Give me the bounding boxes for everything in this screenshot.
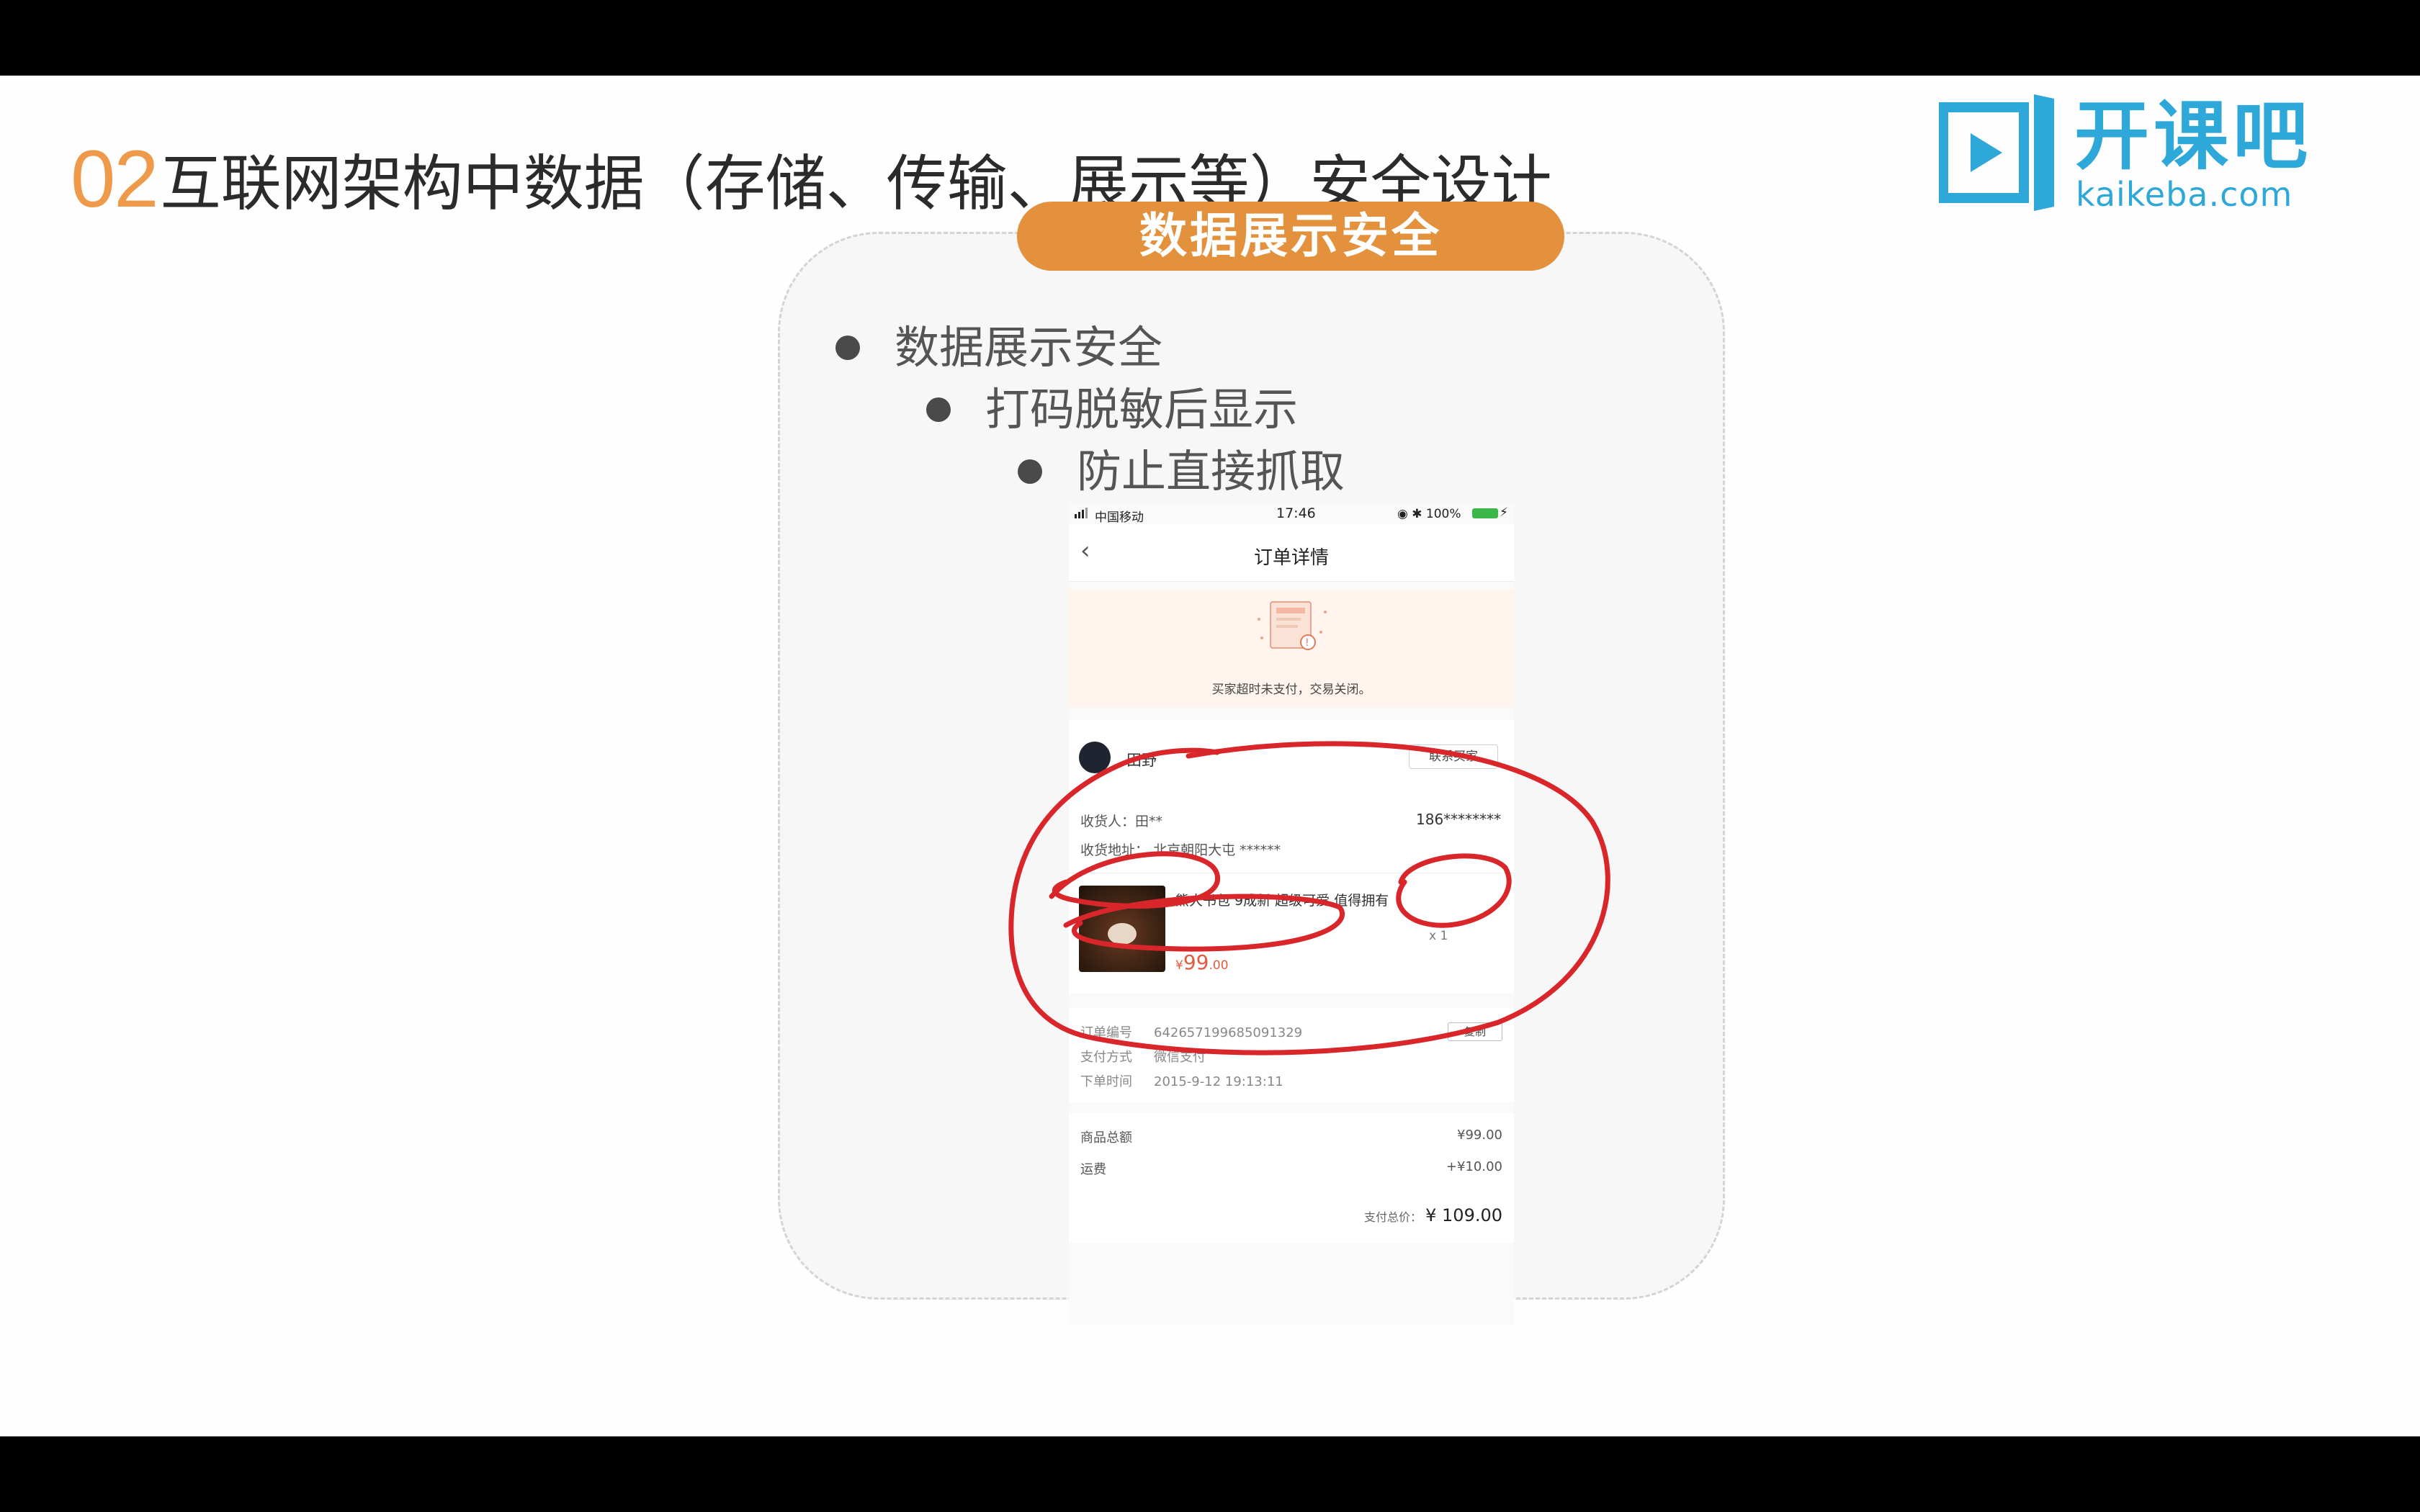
product-quantity: x 1 bbox=[1429, 929, 1448, 943]
totals-section: 商品总额 ¥99.00 运费 +¥10.00 支付总价： ¥ 109.00 bbox=[1069, 1113, 1514, 1243]
contact-buyer-button[interactable]: 联系买家 bbox=[1409, 744, 1498, 769]
battery-icon bbox=[1472, 508, 1498, 518]
svg-text:!: ! bbox=[1305, 637, 1309, 649]
receiver-value: 田** bbox=[1135, 814, 1163, 829]
order-info-section: 订单编号 642657199685091329 复制 支付方式 微信支付 下单时间 2… bbox=[1069, 1008, 1514, 1102]
bullet-text: 打码脱敏后显示 bbox=[985, 383, 1299, 436]
paid-total: 支付总价： ¥ 109.00 bbox=[1364, 1205, 1502, 1225]
nav-title: 订单详情 bbox=[1253, 547, 1329, 569]
goods-total-row: 商品总额 ¥99.00 bbox=[1080, 1128, 1502, 1146]
buyer-name: 田野 bbox=[1126, 752, 1157, 769]
address-row: 收货地址： 北京朝阳大屯 ****** bbox=[1080, 840, 1281, 859]
letterbox-bottom bbox=[0, 1436, 2420, 1512]
status-bar: 中国移动 17:46 ◉ ✱ 100% ⚡ bbox=[1069, 504, 1514, 525]
logo-en-text: kaikeba.com bbox=[2076, 175, 2293, 214]
payment-method-row: 支付方式 微信支付 bbox=[1080, 1050, 1206, 1065]
product-image bbox=[1079, 886, 1165, 972]
nav-bar: ‹ 订单详情 bbox=[1069, 524, 1514, 582]
bullet-level-1: 数据展示安全 bbox=[835, 325, 1162, 370]
product-name: 熊大书包 9成新 超级可爱 值得拥有 bbox=[1175, 893, 1389, 909]
bullet-level-2: 打码脱敏后显示 bbox=[926, 387, 1298, 432]
order-status-box: ! 买家超时未支付，交易关闭。 bbox=[1069, 589, 1514, 708]
title-number: 02 bbox=[71, 134, 159, 224]
charging-icon: ⚡ bbox=[1500, 505, 1508, 520]
masked-phone-number: 186******** bbox=[1416, 811, 1502, 828]
section-pill: 数据展示安全 bbox=[1017, 202, 1564, 271]
shipping-row: 运费 +¥10.00 bbox=[1080, 1159, 1502, 1177]
receiver-label: 收货人： bbox=[1080, 814, 1136, 829]
bullet-level-3: 防止直接抓取 bbox=[1018, 449, 1345, 494]
bullet-text: 防止直接抓取 bbox=[1077, 445, 1345, 498]
address-label: 收货地址： bbox=[1080, 842, 1150, 858]
clock: 17:46 bbox=[1276, 505, 1316, 521]
bullet-dot-icon bbox=[835, 336, 860, 360]
logo-cn-text: 开课吧 bbox=[2074, 92, 2313, 180]
signal-icon bbox=[1075, 508, 1088, 518]
phone-screenshot: 中国移动 17:46 ◉ ✱ 100% ⚡ ‹ 订单详情 ! 买家超时未支付，交… bbox=[1069, 504, 1514, 1325]
bullet-dot-icon bbox=[1018, 459, 1042, 484]
order-status-text: 买家超时未支付，交易关闭。 bbox=[1211, 683, 1371, 697]
order-id-row: 订单编号 642657199685091329 bbox=[1080, 1025, 1303, 1040]
receiver-row: 收货人：田** bbox=[1080, 811, 1162, 830]
order-time-row: 下单时间 2015-9-12 19:13:11 bbox=[1080, 1074, 1283, 1089]
kaikeba-logo: 开课吧 kaikeba.com bbox=[1939, 91, 2342, 214]
address-value: 北京朝阳大屯 ****** bbox=[1153, 842, 1281, 858]
closed-order-icon: ! bbox=[1258, 601, 1327, 650]
carrier-label: 中国移动 bbox=[1095, 510, 1144, 525]
order-id: 642657199685091329 bbox=[1154, 1025, 1303, 1040]
letterbox-top bbox=[0, 0, 2420, 76]
buyer-section: 田野 联系买家 收货人：田** 186******** 收货地址： 北京朝阳大屯… bbox=[1069, 720, 1514, 994]
play-logo-icon bbox=[1939, 94, 2054, 211]
copy-button[interactable]: 复制 bbox=[1448, 1022, 1502, 1041]
battery-percent: ◉ ✱ 100% bbox=[1397, 507, 1461, 521]
product-price: ¥99.00 bbox=[1175, 950, 1229, 974]
avatar bbox=[1079, 742, 1111, 773]
bullet-dot-icon bbox=[926, 397, 951, 422]
bullet-text: 数据展示安全 bbox=[895, 321, 1163, 374]
